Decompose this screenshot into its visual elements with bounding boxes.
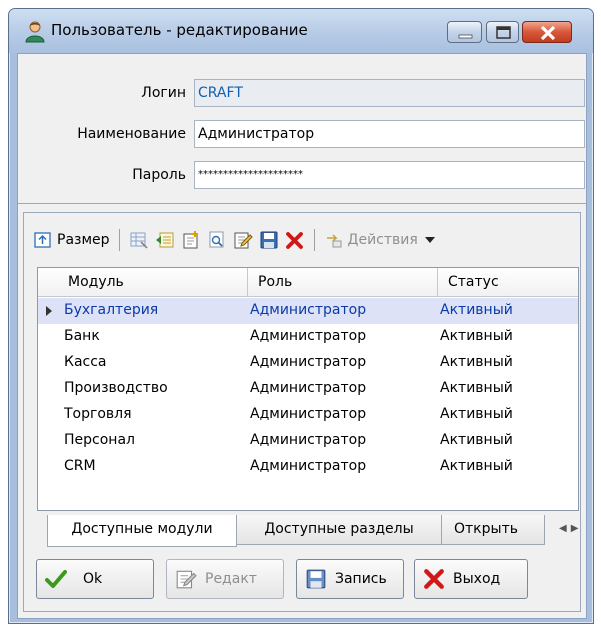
cell-role[interactable]: Администратор xyxy=(250,298,366,324)
size-button[interactable]: Размер xyxy=(30,227,113,253)
cell-role[interactable]: Администратор xyxy=(250,402,366,428)
row-indicator-icon xyxy=(46,306,52,316)
close-button[interactable] xyxy=(522,21,572,43)
floppy-disk-icon xyxy=(260,231,278,249)
login-label: Логин xyxy=(141,85,186,101)
view-button[interactable] xyxy=(204,227,230,253)
close-icon xyxy=(540,25,556,41)
delete-x-icon xyxy=(285,232,303,249)
edit-button-label: Редакт xyxy=(205,571,257,587)
cell-role[interactable]: Администратор xyxy=(250,324,366,350)
size-button-label: Размер xyxy=(57,232,110,248)
checkmark-icon xyxy=(45,570,67,588)
chevron-down-icon xyxy=(424,237,435,243)
exit-button[interactable]: Выход xyxy=(414,559,528,599)
table-row[interactable]: Персонал Администратор Активный xyxy=(38,428,578,454)
password-label: Пароль xyxy=(132,167,186,183)
ok-button-label: Ok xyxy=(83,571,103,587)
dialog-buttons: Ok Редакт Запись Выход xyxy=(30,559,570,603)
cell-status[interactable]: Активный xyxy=(440,298,513,324)
exit-x-icon xyxy=(424,569,444,589)
maximize-icon xyxy=(496,26,511,39)
window-title: Пользователь - редактирование xyxy=(51,21,308,39)
save-record-button[interactable] xyxy=(256,227,282,253)
columns-icon xyxy=(130,232,148,249)
cell-role[interactable]: Администратор xyxy=(250,428,366,454)
user-form: Логин CRAFT Наименование Администратор П… xyxy=(18,54,586,204)
column-header-module[interactable]: Модуль xyxy=(58,268,248,297)
name-field[interactable]: Администратор xyxy=(194,120,585,148)
edit-button[interactable]: Редакт xyxy=(166,559,284,599)
toolbar-separator xyxy=(313,229,315,251)
modules-panel: Размер Действия Модуль Роль Статус Бухга… xyxy=(23,212,581,612)
floppy-disk-icon xyxy=(306,569,326,589)
filter-list-icon xyxy=(155,232,174,248)
cell-role[interactable]: Администратор xyxy=(250,454,366,480)
column-header-role[interactable]: Роль xyxy=(248,268,438,297)
cell-module[interactable]: Бухгалтерия xyxy=(64,298,158,324)
cell-module[interactable]: Банк xyxy=(64,324,100,350)
edit-document-icon xyxy=(176,570,197,589)
table-row[interactable]: Касса Администратор Активный xyxy=(38,350,578,376)
column-header-status[interactable]: Статус xyxy=(438,268,578,297)
cell-module[interactable]: Персонал xyxy=(64,428,135,454)
tab-open[interactable]: Открыть xyxy=(441,515,545,545)
name-label: Наименование xyxy=(77,126,186,142)
ok-button[interactable]: Ok xyxy=(36,559,154,599)
cell-module[interactable]: Касса xyxy=(64,350,107,376)
minimize-button[interactable] xyxy=(447,21,482,43)
actions-menu-label: Действия xyxy=(347,232,418,248)
resize-icon xyxy=(34,232,51,248)
table-row[interactable]: Производство Администратор Активный xyxy=(38,376,578,402)
add-record-button[interactable] xyxy=(178,227,204,253)
cell-module[interactable]: Производство xyxy=(64,376,168,402)
exit-button-label: Выход xyxy=(453,571,501,587)
password-field[interactable]: ********************* xyxy=(194,161,585,189)
minimize-icon xyxy=(458,34,473,39)
preview-icon xyxy=(209,231,224,248)
tab-scroll-arrows[interactable]: ◀▶ xyxy=(559,523,582,534)
save-button-label: Запись xyxy=(335,571,387,587)
maximize-button[interactable] xyxy=(486,21,519,43)
modules-table: Модуль Роль Статус Бухгалтерия Администра… xyxy=(37,267,579,511)
cell-module[interactable]: Торговля xyxy=(64,402,132,428)
grid-toolbar: Размер Действия xyxy=(30,225,570,255)
tab-available-sections[interactable]: Доступные разделы xyxy=(235,515,443,545)
tab-strip: Доступные модули Доступные разделы Откры… xyxy=(37,515,579,549)
delete-record-button[interactable] xyxy=(282,227,308,253)
save-button[interactable]: Запись xyxy=(296,559,404,599)
table-row[interactable]: Бухгалтерия Администратор Активный xyxy=(38,298,578,324)
edit-document-icon xyxy=(234,232,253,249)
table-row[interactable]: CRM Администратор Активный xyxy=(38,454,578,480)
window-client-area: Логин CRAFT Наименование Администратор П… xyxy=(17,53,587,619)
cell-status[interactable]: Активный xyxy=(440,402,513,428)
filter-button[interactable] xyxy=(152,227,178,253)
login-field[interactable]: CRAFT xyxy=(194,79,585,107)
toolbar-separator xyxy=(118,229,120,251)
select-columns-button[interactable] xyxy=(126,227,152,253)
cell-role[interactable]: Администратор xyxy=(250,350,366,376)
title-bar[interactable]: Пользователь - редактирование xyxy=(9,9,593,53)
cell-status[interactable]: Активный xyxy=(440,454,513,480)
tab-available-modules[interactable]: Доступные модули xyxy=(47,515,237,547)
edit-record-button[interactable] xyxy=(230,227,256,253)
cell-role[interactable]: Администратор xyxy=(250,376,366,402)
cell-module[interactable]: CRM xyxy=(64,454,96,480)
cell-status[interactable]: Активный xyxy=(440,324,513,350)
table-row[interactable]: Торговля Администратор Активный xyxy=(38,402,578,428)
table-row[interactable]: Банк Администратор Активный xyxy=(38,324,578,350)
actions-arrow-icon xyxy=(326,234,342,248)
table-header: Модуль Роль Статус xyxy=(38,268,578,297)
add-document-icon xyxy=(183,231,198,249)
cell-status[interactable]: Активный xyxy=(440,428,513,454)
actions-menu-button[interactable]: Действия xyxy=(321,227,441,253)
user-edit-window: Пользователь - редактирование Логин CRAF… xyxy=(8,8,594,624)
cell-status[interactable]: Активный xyxy=(440,376,513,402)
cell-status[interactable]: Активный xyxy=(440,350,513,376)
user-icon xyxy=(25,21,45,43)
